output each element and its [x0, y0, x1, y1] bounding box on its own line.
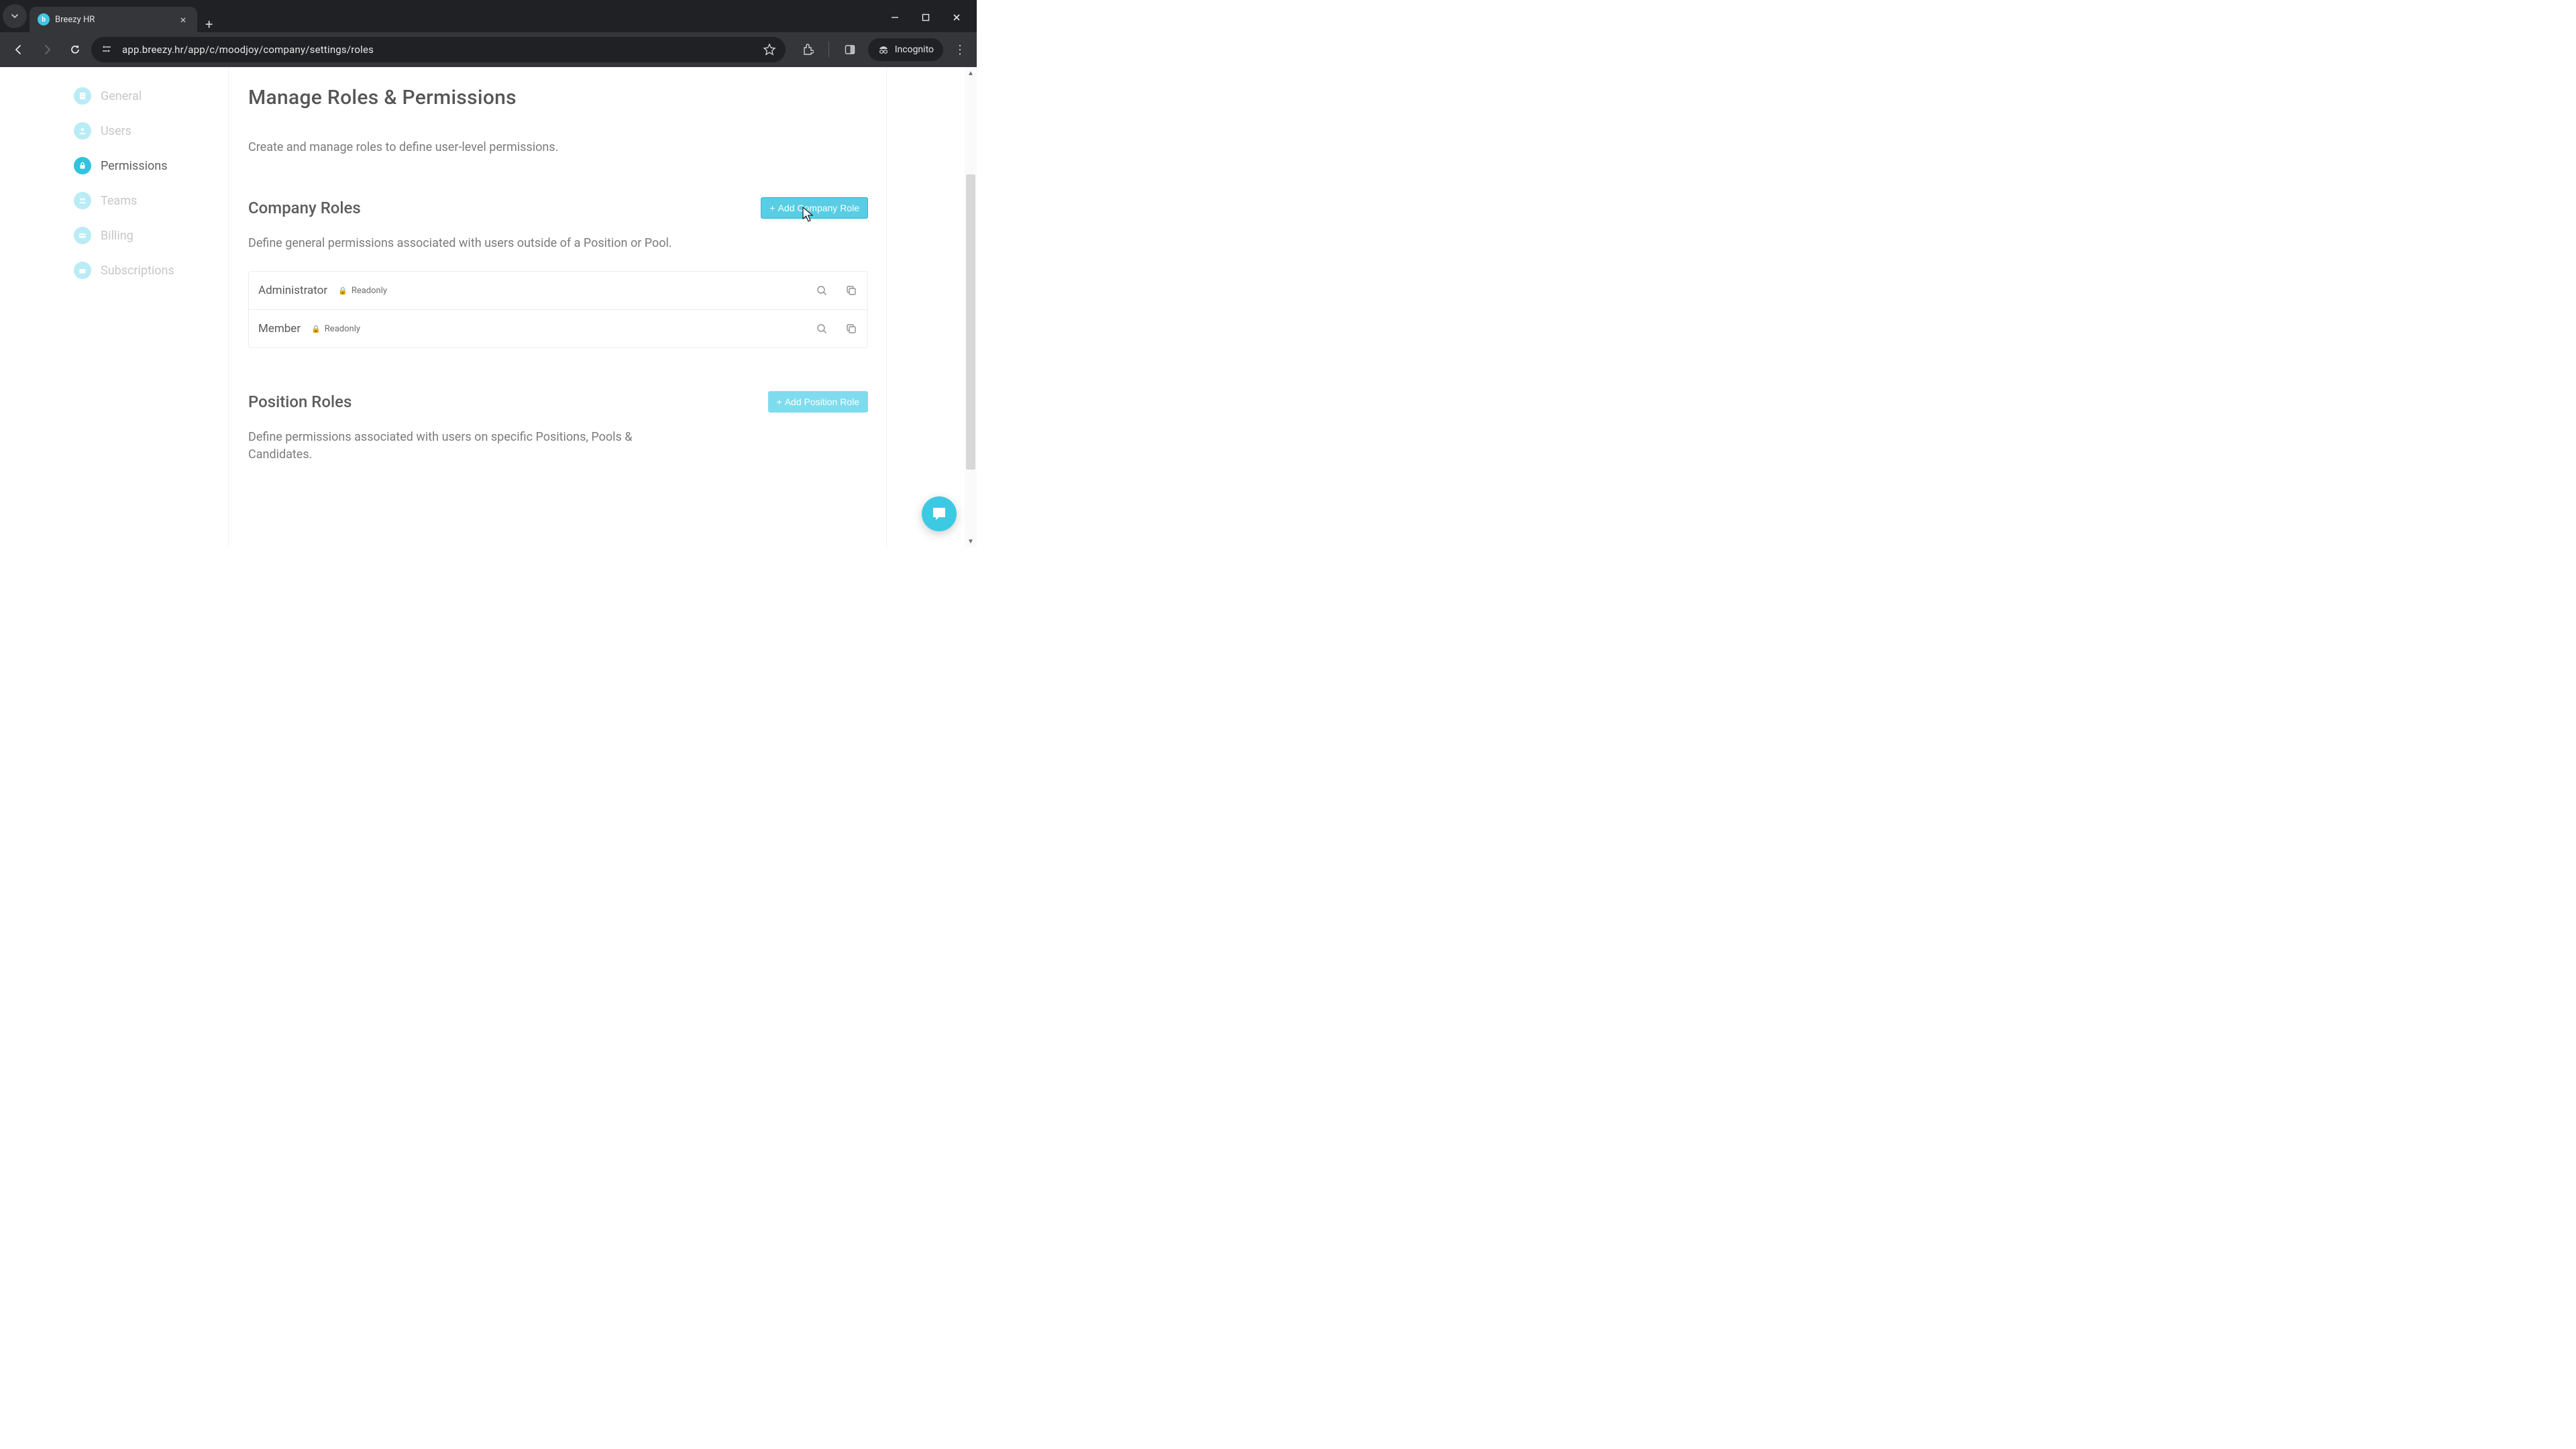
duplicate-role-button[interactable]	[845, 322, 858, 335]
sidebar-item-billing[interactable]: Billing	[74, 227, 221, 244]
new-tab-button[interactable]: +	[197, 16, 221, 32]
settings-sidebar: General Users Permissions Teams Billing …	[74, 87, 221, 279]
tab-title: Breezy HR	[55, 15, 172, 25]
badge-label: Readonly	[325, 324, 360, 334]
sidebar-item-permissions[interactable]: Permissions	[74, 157, 221, 174]
page-title: Manage Roles & Permissions	[248, 86, 868, 109]
sidebar-item-label: Users	[101, 124, 131, 138]
bookmark-star-icon[interactable]	[763, 43, 776, 56]
back-button[interactable]	[7, 38, 31, 62]
section-title: Company Roles	[248, 199, 361, 217]
table-row: Administrator 🔒 Readonly	[249, 272, 867, 310]
plus-icon: +	[769, 203, 775, 213]
incognito-indicator[interactable]: Incognito	[868, 38, 943, 61]
incognito-label: Incognito	[895, 44, 934, 55]
company-roles-section: Company Roles + Add Company Role Define …	[248, 197, 868, 348]
sidebar-item-label: General	[101, 89, 142, 103]
section-description: Define general permissions associated wi…	[248, 235, 731, 252]
plus-icon: +	[777, 396, 782, 407]
add-position-role-button[interactable]: + Add Position Role	[768, 391, 868, 413]
role-name: Administrator	[258, 284, 327, 297]
building-icon	[74, 87, 91, 105]
sidebar-item-general[interactable]: General	[74, 87, 221, 105]
window-close-button[interactable]	[949, 9, 965, 25]
window-minimize-button[interactable]	[887, 9, 903, 25]
position-roles-section: Position Roles + Add Position Role Defin…	[248, 391, 868, 464]
close-tab-button[interactable]: ×	[177, 13, 189, 26]
button-label: Add Position Role	[785, 396, 859, 407]
view-role-button[interactable]	[815, 284, 828, 297]
sidebar-item-label: Billing	[101, 229, 133, 243]
user-icon	[74, 122, 91, 140]
page-subtitle: Create and manage roles to define user-l…	[248, 140, 868, 154]
card-icon	[74, 227, 91, 244]
teams-icon	[74, 192, 91, 209]
lock-icon: 🔒	[338, 286, 347, 295]
table-row: Member 🔒 Readonly	[249, 310, 867, 347]
section-title: Position Roles	[248, 392, 352, 411]
readonly-badge: 🔒 Readonly	[311, 324, 360, 334]
url-text: app.breezy.hr/app/c/moodjoy/company/sett…	[122, 44, 374, 56]
lock-icon	[74, 157, 91, 174]
side-panel-button[interactable]	[839, 38, 861, 61]
scroll-down-arrow[interactable]: ▼	[966, 537, 975, 546]
view-role-button[interactable]	[815, 322, 828, 335]
toolbar-divider	[828, 42, 829, 58]
duplicate-role-button[interactable]	[845, 284, 858, 297]
scrollbar-thumb[interactable]	[966, 174, 975, 470]
reload-button[interactable]	[63, 38, 87, 62]
role-name: Member	[258, 322, 301, 335]
scroll-up-arrow[interactable]: ▲	[966, 68, 975, 78]
lock-icon: 🔒	[311, 325, 321, 333]
button-label: Add Company Role	[778, 203, 859, 213]
calendar-icon	[74, 262, 91, 279]
page-viewport: General Users Permissions Teams Billing …	[0, 67, 977, 547]
browser-tab-strip: b Breezy HR × +	[0, 0, 977, 32]
sidebar-item-users[interactable]: Users	[74, 122, 221, 140]
browser-tab[interactable]: b Breezy HR ×	[30, 7, 197, 32]
forward-button[interactable]	[35, 38, 59, 62]
section-description: Define permissions associated with users…	[248, 429, 651, 464]
main-content: Manage Roles & Permissions Create and ma…	[248, 86, 868, 464]
add-company-role-button[interactable]: + Add Company Role	[761, 197, 868, 219]
vertical-scrollbar[interactable]: ▲ ▼	[965, 67, 977, 547]
extensions-button[interactable]	[796, 38, 819, 61]
sidebar-item-label: Teams	[101, 194, 137, 208]
browser-menu-button[interactable]: ⋮	[950, 43, 970, 57]
sidebar-item-label: Subscriptions	[101, 264, 174, 278]
readonly-badge: 🔒 Readonly	[338, 286, 387, 296]
window-maximize-button[interactable]	[918, 9, 934, 25]
address-bar[interactable]: app.breezy.hr/app/c/moodjoy/company/sett…	[91, 37, 786, 62]
sidebar-item-label: Permissions	[101, 159, 168, 173]
tab-search-button[interactable]	[3, 4, 27, 28]
sidebar-item-subscriptions[interactable]: Subscriptions	[74, 262, 221, 279]
sidebar-item-teams[interactable]: Teams	[74, 192, 221, 209]
badge-label: Readonly	[352, 286, 387, 296]
intercom-chat-button[interactable]	[922, 496, 957, 531]
company-roles-table: Administrator 🔒 Readonly Member	[248, 271, 868, 348]
incognito-icon	[877, 44, 890, 56]
favicon: b	[38, 13, 50, 25]
site-settings-icon[interactable]	[101, 43, 114, 56]
browser-toolbar: app.breezy.hr/app/c/moodjoy/company/sett…	[0, 32, 977, 67]
